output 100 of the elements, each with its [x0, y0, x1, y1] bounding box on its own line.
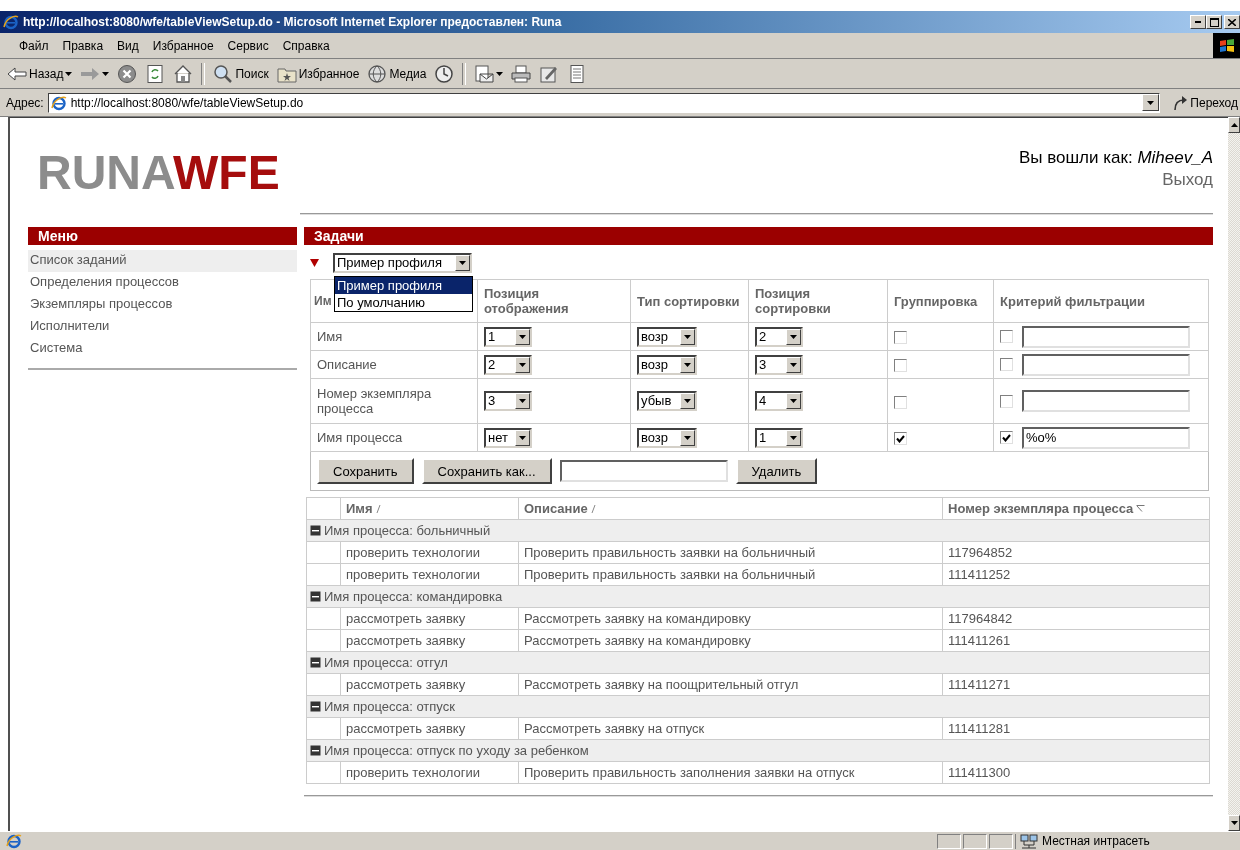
profile-select[interactable]: Пример профиля [333, 253, 472, 273]
caret-icon [102, 71, 110, 76]
close-button[interactable] [1224, 15, 1240, 29]
menu-item[interactable]: Справка [275, 38, 337, 53]
checkbox[interactable] [894, 359, 907, 373]
status-pane [937, 833, 961, 849]
media-button[interactable]: Медиа [364, 61, 430, 86]
sidebar-item[interactable]: Система [28, 338, 297, 360]
profile-name-field[interactable] [559, 460, 728, 482]
caret-icon [519, 334, 526, 339]
table-cell: 111411281 [942, 717, 1210, 740]
back-button[interactable]: Назад [4, 61, 76, 86]
table-cell: Рассмотреть заявку на поощрительный отгул [518, 673, 943, 696]
action-button[interactable]: Сохранить [317, 458, 414, 484]
dropdown-option[interactable]: По умолчанию [335, 294, 472, 311]
scroll-up-button[interactable] [1228, 117, 1240, 133]
caret-icon [1147, 100, 1155, 105]
minus-box-icon[interactable] [310, 656, 321, 668]
triangle-down-icon[interactable] [310, 259, 319, 267]
maximize-button[interactable] [1206, 15, 1222, 29]
minus-box-icon[interactable] [310, 744, 321, 756]
table-cell: 117964842 [942, 607, 1210, 630]
caret-icon [1230, 821, 1238, 825]
logout-link[interactable]: Выход [1162, 170, 1213, 190]
dropdown-select[interactable]: 1 [484, 326, 532, 347]
dropdown-select[interactable]: 3 [484, 391, 532, 411]
checkbox[interactable] [894, 395, 907, 409]
table-cell: рассмотреть заявку [340, 717, 519, 740]
address-field[interactable]: http://localhost:8080/wfe/tableViewSetup.do [47, 92, 1161, 113]
table-cell: Рассмотреть заявку на командировку [518, 607, 943, 630]
dropdown-select[interactable]: 4 [755, 391, 803, 411]
filter-field[interactable] [1022, 353, 1190, 376]
checkbox[interactable] [1000, 394, 1013, 408]
filter-field[interactable]: %о% [1022, 426, 1190, 449]
menu-item[interactable]: Сервис [220, 38, 276, 53]
dropdown-select[interactable]: 2 [755, 326, 803, 347]
menu-header: Меню [28, 227, 297, 245]
minus-box-icon[interactable] [310, 700, 321, 712]
table-cell: 111411300 [942, 761, 1210, 784]
maximize-icon [1209, 17, 1219, 27]
action-button[interactable]: Удалить [735, 458, 818, 484]
user-info: Вы вошли как: Miheev_A [1018, 148, 1213, 168]
tasks-header: Задачи [304, 227, 1213, 245]
caret-icon [684, 399, 691, 403]
table-cell: 111411252 [942, 563, 1210, 586]
mail-icon [474, 63, 495, 84]
table-cell: Имя процесса [310, 423, 478, 452]
minimize-icon [1195, 21, 1201, 23]
sidebar-item[interactable]: Экземпляры процессов [28, 294, 297, 316]
column-header: Группировка [894, 293, 978, 309]
stop-icon [117, 63, 138, 84]
column-header[interactable]: Имя [346, 501, 381, 516]
checkbox[interactable] [894, 331, 907, 345]
dropdown-select[interactable]: возр [637, 326, 697, 347]
favorites-button[interactable]: Избранное [273, 61, 363, 86]
menu-item[interactable]: Избранное [145, 38, 221, 53]
filter-field[interactable] [1022, 325, 1190, 348]
table-cell: рассмотреть заявку [340, 607, 519, 630]
table-cell: рассмотреть заявку [340, 629, 519, 652]
caret-icon [496, 71, 504, 76]
checkbox[interactable] [1000, 358, 1013, 371]
caret-icon [684, 334, 691, 339]
group-label: Имя процесса: отпуск по уходу за ребенком [324, 742, 589, 758]
action-button[interactable]: Сохранить как... [421, 458, 552, 484]
menu-item[interactable]: Вид [110, 38, 146, 53]
table-cell: проверить технологии [340, 541, 519, 564]
ie-logo-icon [3, 14, 19, 30]
caret-icon [519, 399, 526, 403]
minus-box-icon[interactable] [310, 524, 321, 536]
dropdown-option[interactable]: Пример профиля [335, 277, 472, 294]
table-cell: проверить технологии [340, 761, 519, 784]
dropdown-select[interactable]: 3 [755, 354, 803, 375]
page-icon [6, 833, 22, 849]
menu-item[interactable]: Файл [12, 38, 56, 53]
window-title: http://localhost:8080/wfe/tableViewSetup.do - Microsoft Internet Explorer предоставлен: Runa [23, 15, 563, 29]
go-button[interactable]: Переход [1164, 94, 1240, 111]
dropdown-select[interactable]: нет [484, 427, 532, 448]
search-button[interactable]: Поиск [210, 61, 272, 86]
caret-icon [519, 362, 526, 367]
sidebar-item[interactable]: Список заданий [28, 250, 297, 272]
checkbox[interactable] [1000, 431, 1013, 444]
dropdown-button[interactable] [1142, 94, 1160, 111]
dropdown-select[interactable]: 1 [755, 427, 803, 448]
sidebar-item[interactable]: Определения процессов [28, 272, 297, 294]
table-cell: Имя [310, 322, 478, 351]
checkbox[interactable] [894, 432, 907, 446]
filter-field[interactable] [1022, 390, 1190, 412]
scroll-down-button[interactable] [1228, 815, 1240, 831]
dropdown-select[interactable]: 2 [484, 354, 532, 375]
dropdown-select[interactable]: возр [637, 427, 697, 448]
menu-item[interactable]: Правка [55, 38, 111, 53]
column-header[interactable]: Описание [524, 501, 596, 516]
checkbox[interactable] [1000, 330, 1013, 343]
address-label: Адрес: [6, 95, 44, 110]
group-label: Имя процесса: командировка [324, 588, 503, 604]
minimize-button[interactable] [1190, 15, 1206, 29]
dropdown-select[interactable]: возр [637, 354, 697, 375]
sidebar-item[interactable]: Исполнители [28, 316, 297, 338]
dropdown-select[interactable]: убыв [637, 391, 697, 411]
minus-box-icon[interactable] [310, 590, 321, 602]
